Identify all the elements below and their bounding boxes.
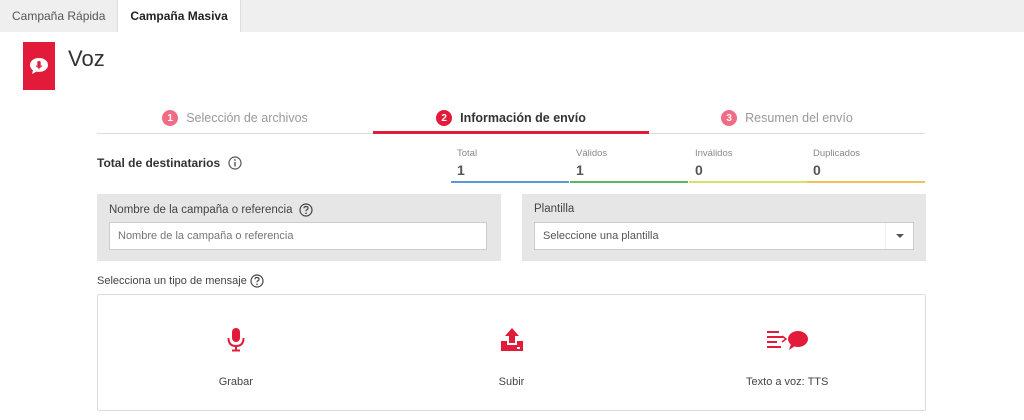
stat-value: 0 (695, 162, 703, 178)
campaign-tabs: Campaña Rápida Campaña Masiva (0, 0, 241, 32)
stat-label: Total (457, 148, 478, 159)
message-type-label: Grabar (218, 376, 253, 388)
stat-label: Duplicados (813, 148, 860, 159)
stat-value: 0 (813, 162, 821, 178)
campaign-name-input[interactable] (109, 222, 487, 250)
stat-label: Inválidos (695, 148, 733, 159)
help-icon[interactable] (299, 203, 314, 217)
stat-bar (570, 181, 688, 183)
step-resumen-envio[interactable]: 3 Resumen del envío (649, 103, 925, 133)
stat-validos: Válidos 1 (570, 148, 688, 183)
stat-bar (689, 181, 807, 183)
stat-bar (807, 181, 925, 183)
message-type-options: Grabar Subir Texto a voz: TTS (97, 294, 926, 411)
step-label: Información de envío (460, 111, 586, 125)
text-to-speech-icon (649, 327, 925, 353)
chevron-down-icon[interactable] (885, 223, 913, 249)
message-type-label: Subir (498, 376, 525, 388)
tab-campana-rapida[interactable]: Campaña Rápida (0, 0, 119, 32)
recipients-label: Total de destinatarios (97, 156, 242, 170)
step-informacion-envio[interactable]: 2 Información de envío (373, 103, 649, 134)
help-icon[interactable] (250, 274, 264, 288)
message-type-subir[interactable]: Subir (374, 295, 650, 410)
template-box: Plantilla Seleccione una plantilla (522, 194, 926, 261)
message-type-tts[interactable]: Texto a voz: TTS (649, 295, 925, 410)
template-select-value: Seleccione una plantilla (543, 230, 659, 242)
page-title: Voz (68, 46, 105, 71)
step-number: 2 (436, 110, 453, 126)
stat-value: 1 (576, 162, 584, 178)
campaign-name-box: Nombre de la campaña o referencia (97, 194, 501, 261)
step-seleccion-archivos[interactable]: 1 Selección de archivos (97, 103, 373, 133)
step-number: 1 (162, 110, 179, 126)
message-type-label: Selecciona un tipo de mensaje (97, 274, 264, 288)
message-type-label: Texto a voz: TTS (746, 376, 829, 388)
template-select[interactable]: Seleccione una plantilla (534, 222, 914, 250)
message-type-label-text: Selecciona un tipo de mensaje (97, 275, 247, 287)
microphone-icon (98, 327, 374, 353)
step-number: 3 (721, 110, 738, 126)
stat-value: 1 (457, 162, 465, 178)
upload-icon (374, 327, 650, 353)
campaign-name-label: Nombre de la campaña o referencia (109, 203, 314, 217)
stat-bar (451, 181, 569, 183)
stepper: 1 Selección de archivos 2 Información de… (97, 103, 925, 134)
campaign-name-label-text: Nombre de la campaña o referencia (109, 204, 293, 216)
voice-bubble-icon (23, 42, 55, 90)
stat-duplicados: Duplicados 0 (807, 148, 925, 183)
step-label: Selección de archivos (186, 111, 308, 125)
info-icon[interactable] (228, 156, 242, 170)
recipients-label-text: Total de destinatarios (97, 156, 221, 170)
stat-label: Válidos (576, 148, 608, 159)
stat-invalidos: Inválidos 0 (689, 148, 807, 183)
tab-campana-masiva[interactable]: Campaña Masiva (118, 0, 241, 32)
step-label: Resumen del envío (745, 111, 853, 125)
stat-total: Total 1 (451, 148, 569, 183)
message-type-grabar[interactable]: Grabar (98, 295, 374, 410)
template-label: Plantilla (534, 203, 575, 215)
